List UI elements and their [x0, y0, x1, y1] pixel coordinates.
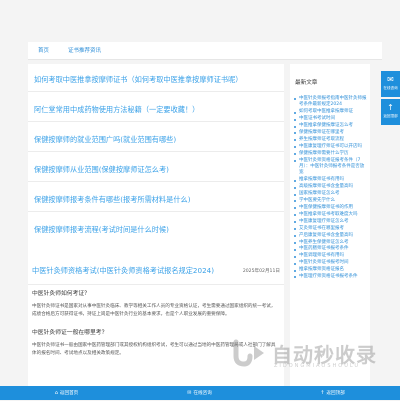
- sidebar-article-link[interactable]: 中医康复理疗师证书可以开店吗: [294, 144, 368, 150]
- related-links-list: 如何考取中医推拿按摩师证书（如何考取中医推拿按摩师证书呢） 阿仁堂常用中成药物使…: [28, 64, 284, 235]
- article-question: 中医针灸师如何考证？: [32, 291, 90, 297]
- nav-category-link[interactable]: 证书推荐资讯: [68, 46, 101, 54]
- article-header: 中医针灸师资格考试(中医针灸师资格考试报名规定2024) 2025年02月11日: [28, 260, 284, 285]
- sidebar-article-link[interactable]: 如何考取中医推拿按摩师证: [294, 109, 368, 115]
- sidebar-article-link[interactable]: 中医康复理疗师证怎么考: [294, 219, 368, 225]
- divider: [28, 151, 284, 152]
- bottom-top-button[interactable]: ↑ 返回顶部: [266, 386, 399, 400]
- bottom-home-button[interactable]: ⌂ 返回首页: [0, 386, 133, 400]
- article-question: 中医针灸师证一般在哪里考？: [32, 330, 108, 336]
- article-date: 2025年02月11日: [242, 269, 280, 274]
- sidebar-list: 中医针灸师报考指南中医针灸师报考条件最新规定2024 如何考取中医推拿按摩师证 中医…: [294, 96, 368, 281]
- sidebar-article-link[interactable]: 高级按摩师证书含金量高吗: [294, 184, 368, 190]
- article-title[interactable]: 中医针灸师资格考试(中医针灸师资格考试报名规定2024): [32, 266, 214, 276]
- related-link[interactable]: 阿仁堂常用中成药物使用方法秘籍（一定要收藏！）: [28, 104, 284, 115]
- sidebar-latest-articles: 最新文章 中医针灸师报考指南中医针灸师报考条件最新规定2024 如何考取中医推拿按…: [290, 64, 370, 400]
- sidebar-article-link[interactable]: 中医调理师证书有用吗: [294, 253, 368, 259]
- divider: [28, 211, 284, 212]
- back-to-top-button[interactable]: ↑ 返回顶部: [381, 99, 400, 125]
- sidebar-article-link[interactable]: 中医证书考试时间: [294, 116, 368, 122]
- sidebar-article-link[interactable]: 中医药膳师证书报考条件: [294, 246, 368, 252]
- sidebar-article-link[interactable]: 中医推拿保健按摩证怎么考: [294, 123, 368, 129]
- bottom-consult-button[interactable]: ✉ 在线咨询: [133, 386, 266, 400]
- chat-icon: ✉: [187, 390, 192, 396]
- online-consult-label: 在线咨询: [383, 86, 398, 90]
- bottom-consult-label: 在线咨询: [193, 391, 212, 396]
- divider: [28, 91, 284, 92]
- sidebar-article-link[interactable]: 推拿按摩师资格证报名: [294, 267, 368, 273]
- sidebar-article-link[interactable]: 产后康复师证书含金量高吗: [294, 233, 368, 239]
- article-paragraph: 中医针灸师证书一般由国家中医药管理部门或其授权机构组织考试，考生可以通过当地的中…: [32, 343, 276, 356]
- related-link[interactable]: 如何考取中医推拿按摩师证书（如何考取中医推拿按摩师证书呢）: [28, 74, 284, 85]
- arrow-up-icon: ↑: [320, 390, 325, 396]
- sidebar-article-link[interactable]: 养生按摩师证考取流程: [294, 137, 368, 143]
- back-to-top-label: 返回顶部: [383, 114, 398, 118]
- breadcrumb-nav: 首页 证书推荐资讯: [28, 42, 382, 60]
- sidebar-article-link[interactable]: 中医针灸师报考指南中医针灸师报考条件最新规定2024: [294, 96, 368, 109]
- sidebar-article-link[interactable]: 学中医要先学什么: [294, 198, 368, 204]
- main-content: 如何考取中医推拿按摩师证书（如何考取中医推拿按摩师证书呢） 阿仁堂常用中成药物使…: [28, 64, 284, 400]
- online-consult-button[interactable]: ✉ 在线咨询: [381, 71, 400, 97]
- bottom-action-bar: ⌂ 返回首页 ✉ 在线咨询 ↑ 返回顶部: [0, 386, 400, 400]
- chat-icon: ✉: [387, 75, 394, 84]
- sidebar-article-link[interactable]: 中医推拿师证书考取难度大吗: [294, 212, 368, 218]
- sidebar-article-link[interactable]: 推拿按摩师证书有用吗: [294, 177, 368, 183]
- sidebar-article-link[interactable]: 保健按摩师证在哪里考: [294, 130, 368, 136]
- nav-home-link[interactable]: 首页: [38, 46, 49, 54]
- sidebar-article-link[interactable]: 中医针灸师证书报考时间: [294, 260, 368, 266]
- sidebar-article-link[interactable]: 中医养生保健师证怎么考: [294, 240, 368, 246]
- divider: [28, 181, 284, 182]
- divider: [28, 121, 284, 122]
- home-icon: ⌂: [54, 390, 58, 396]
- arrow-up-icon: ↑: [387, 103, 394, 112]
- related-link[interactable]: 保健按摩师的就业范围广吗(就业范围有哪些): [28, 134, 284, 145]
- sidebar-article-link[interactable]: 艾灸师证书在哪里报考: [294, 226, 368, 232]
- sidebar-article-link[interactable]: 国家按摩师证怎么考: [294, 191, 368, 197]
- bottom-home-label: 返回首页: [59, 391, 79, 396]
- article-paragraph: 中医针灸师证书是国家对从事中医针灸临床、教学等相关工作人员的专业资格认证，考生需…: [32, 304, 276, 317]
- related-link[interactable]: 保健按摩师报考条件有哪些(报考所需材料是什么): [28, 194, 284, 205]
- sidebar-article-link[interactable]: 中医理疗师资格证书报考条件: [294, 274, 368, 280]
- sidebar-article-link[interactable]: 保健按摩师需要什么学历: [294, 151, 368, 157]
- sidebar-title: 最新文章: [295, 80, 318, 86]
- sidebar-article-link[interactable]: 中医针灸师资格证报考条件（7月）：中医针灸师报考条件是否放宽: [294, 158, 368, 177]
- bottom-top-label: 返回顶部: [326, 391, 345, 396]
- article-body: 中医针灸师如何考证？ 中医针灸师证书是国家对从事中医针灸临床、教学等相关工作人员…: [32, 288, 280, 366]
- sidebar-article-link[interactable]: 中医保健按摩师证书的作用: [294, 205, 368, 211]
- related-link[interactable]: 保健按摩师报考流程(考试时间是什么时候): [28, 224, 284, 235]
- related-link[interactable]: 保健按摩师从业范围(保健按摩师证怎么考): [28, 164, 284, 175]
